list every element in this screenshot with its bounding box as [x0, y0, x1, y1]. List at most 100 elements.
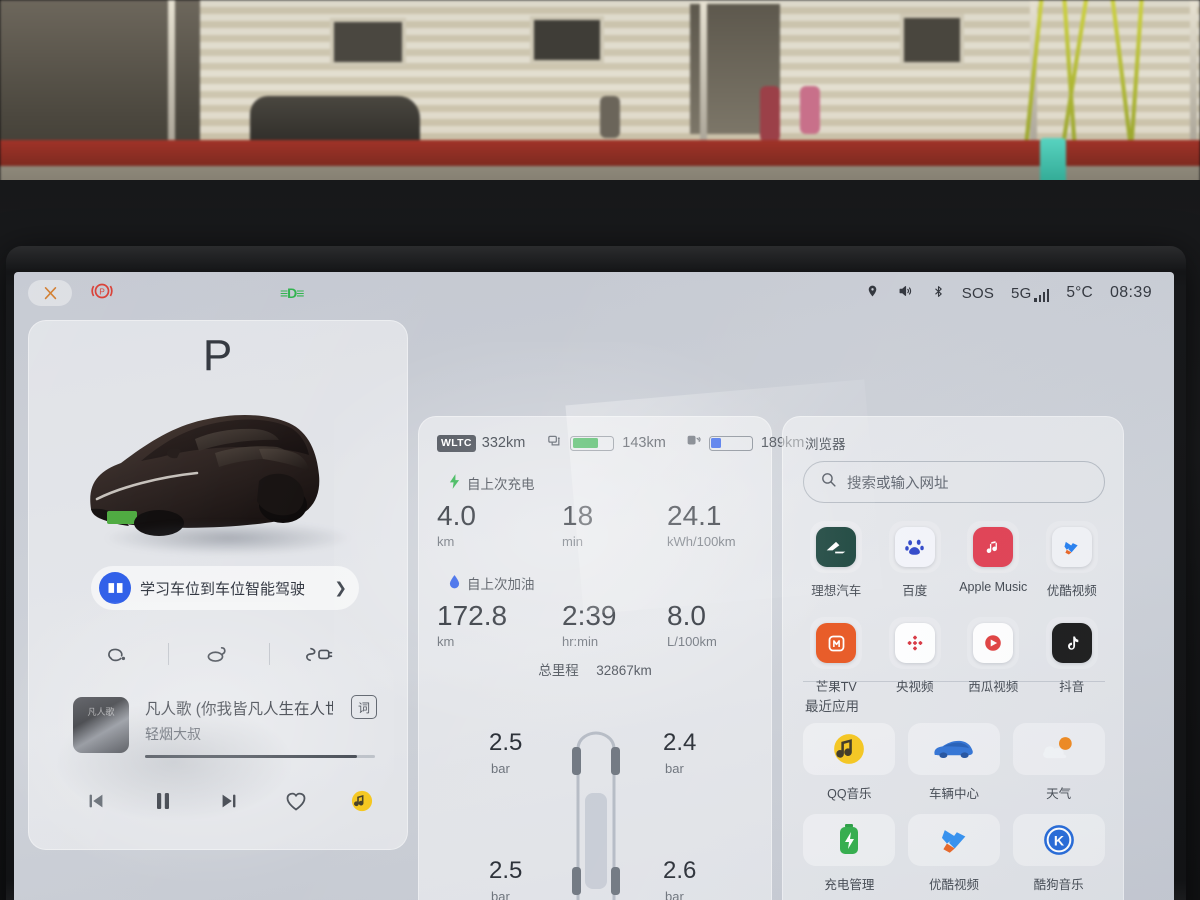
recent-app-kugou-music[interactable]: K 酷狗音乐	[1010, 814, 1107, 893]
wltc-badge: WLTC	[437, 434, 476, 452]
bluetooth-icon[interactable]	[932, 283, 945, 304]
app-label: 优酷视频	[1046, 584, 1097, 598]
browser-app-grid-row2: 芒果TV 央视频 西瓜视频 抖音	[797, 617, 1111, 695]
album-art-label: 凡人歌	[87, 707, 115, 717]
battery-range-value: 143km	[622, 435, 666, 451]
playback-progress-bar[interactable]	[145, 755, 375, 758]
metric: 2:39 hr:min	[562, 600, 667, 650]
signal-bars-icon	[1034, 288, 1050, 302]
app-apple-music[interactable]: Apple Music	[954, 521, 1033, 599]
network-label: 5G	[1011, 284, 1032, 302]
service-wrench-icon[interactable]	[28, 280, 72, 306]
assist-learning-banner[interactable]: 学习车位到车位智能驾驶 ❯	[91, 566, 359, 610]
assist-banner-label: 学习车位到车位智能驾驶	[140, 580, 306, 598]
app-baidu[interactable]: 百度	[876, 521, 955, 599]
since-charge-label-row: 自上次充电	[449, 473, 535, 493]
app-xigua-video[interactable]: 西瓜视频	[954, 617, 1033, 695]
metric: 18 min	[562, 501, 667, 550]
metric-value: 172.8	[437, 600, 508, 631]
gear-indicator: P	[202, 331, 234, 380]
app-label: 抖音	[1059, 680, 1085, 694]
favorite-button[interactable]	[284, 790, 308, 817]
mango-tv-icon	[816, 623, 857, 663]
xigua-video-icon	[973, 623, 1014, 663]
app-mango-tv[interactable]: 芒果TV	[797, 617, 876, 695]
background-person	[800, 86, 820, 134]
tire-rear-right-unit: bar	[665, 889, 684, 900]
metric-value: 2:39	[562, 600, 617, 631]
tire-pressure-car-diagram	[572, 731, 620, 900]
app-label: 百度	[902, 584, 928, 598]
app-label: 西瓜视频	[968, 680, 1019, 694]
fuel-port-button[interactable]	[69, 642, 168, 666]
app-douyin[interactable]: 抖音	[1033, 617, 1112, 695]
charging-management-icon	[840, 824, 859, 854]
app-label: 理想汽车	[811, 584, 862, 598]
search-placeholder: 搜索或输入网址	[847, 475, 949, 492]
svg-text:K: K	[1054, 834, 1065, 850]
volume-icon[interactable]	[896, 283, 915, 303]
vehicle-center-icon	[934, 740, 973, 759]
tire-pressure-section[interactable]: 2.5 bar 2.4 bar 2.5 bar 2.6 bar	[419, 717, 773, 900]
qq-music-icon	[834, 734, 865, 764]
outside-temperature: 5°C	[1066, 284, 1093, 301]
fuel-gauge	[708, 435, 753, 451]
charge-port-button[interactable]	[270, 642, 369, 666]
app-cctv-video[interactable]: 央视频	[876, 617, 955, 695]
recent-app-weather[interactable]: 天气	[1010, 723, 1107, 802]
browser-app-grid-row1: 理想汽车 百度 Apple Music 优酷视频	[797, 521, 1111, 599]
fuel-pump-icon	[686, 433, 703, 453]
music-player: 凡人歌 凡人歌 (你我皆凡人生在人世… 轻烟大叔 词	[53, 691, 385, 836]
vehicle-3d-render[interactable]	[63, 387, 373, 557]
lyrics-button[interactable]: 词	[351, 695, 377, 719]
recent-app-vehicle-center[interactable]: 车辆中心	[906, 723, 1003, 802]
search-input[interactable]: 搜索或输入网址	[803, 461, 1105, 503]
recent-apps-title: 最近应用	[805, 699, 859, 714]
since-charge-label: 自上次充电	[467, 477, 535, 492]
app-youku[interactable]: 优酷视频	[1033, 521, 1112, 599]
recent-app-charging-management[interactable]: 充电管理	[801, 814, 898, 893]
background-window	[900, 14, 964, 66]
apple-music-icon	[973, 527, 1014, 567]
playback-controls	[73, 783, 385, 823]
trunk-button[interactable]	[169, 642, 268, 666]
background-person	[760, 86, 780, 142]
recent-app-youku[interactable]: 优酷视频	[906, 814, 1003, 893]
recent-app-label: QQ音乐	[827, 787, 872, 801]
odometer-value: 32867km	[596, 663, 652, 678]
clock: 08:39	[1109, 284, 1152, 301]
weather-icon	[1042, 737, 1072, 759]
metric: 8.0 L/100km	[667, 600, 755, 650]
location-icon	[866, 283, 879, 303]
metric-value: 8.0	[667, 600, 706, 631]
qq-music-app-button[interactable]	[351, 790, 373, 817]
metric: 4.0 km	[437, 501, 562, 550]
album-art[interactable]: 凡人歌	[73, 697, 129, 753]
photo-of-car-infotainment-screen: P ≡D≡ SOS 5G 5°C 08:39 P 学习车位到车位智能驾驶 ❯ 凡…	[0, 0, 1200, 900]
tire-front-right-value: 2.4	[663, 729, 697, 756]
bezel-highlight	[6, 246, 1186, 272]
tire-rear-right-value: 2.6	[663, 857, 697, 884]
app-label: 芒果TV	[815, 680, 857, 694]
lixiang-auto-icon	[816, 527, 857, 567]
youku-icon	[1051, 527, 1092, 567]
tire-front-right-unit: bar	[665, 761, 684, 776]
since-refuel-label-row: 自上次加油	[449, 573, 535, 593]
youku-icon	[941, 830, 966, 853]
pause-button[interactable]	[151, 789, 175, 818]
recent-app-qq-music[interactable]: QQ音乐	[801, 723, 898, 802]
app-lixiang-auto[interactable]: 理想汽车	[797, 521, 876, 599]
background-window	[530, 16, 604, 64]
next-track-button[interactable]	[218, 790, 240, 817]
infotainment-screen: P ≡D≡ SOS 5G 5°C 08:39 P 学习车位到车位智能驾驶 ❯ 凡…	[14, 272, 1174, 900]
metric: 172.8 km	[437, 600, 562, 650]
energy-card: WLTC 332km 143km 189km 自上次充电 4.0 km 18 m…	[418, 416, 804, 900]
browser-section-title: 浏览器	[805, 437, 846, 452]
book-icon	[99, 572, 131, 604]
track-title: 凡人歌 (你我皆凡人生在人世…	[145, 701, 333, 718]
lightning-icon	[449, 474, 460, 492]
battery-plug-icon	[547, 433, 564, 453]
previous-track-button[interactable]	[85, 790, 107, 817]
tire-front-left-unit: bar	[491, 761, 510, 776]
metric: 24.1 kWh/100km	[667, 501, 755, 550]
